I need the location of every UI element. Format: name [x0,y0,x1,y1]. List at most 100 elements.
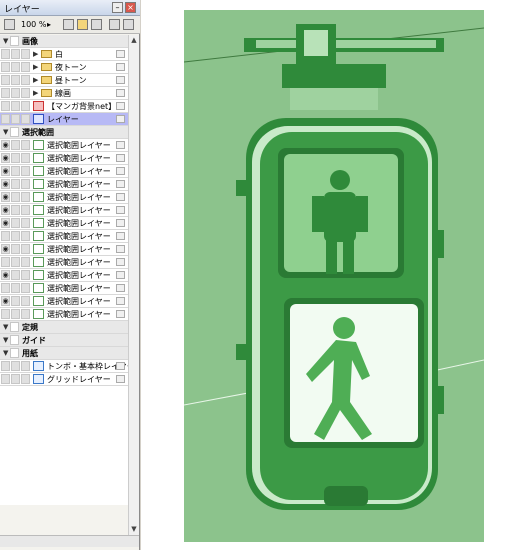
visibility-toggle-icon[interactable] [1,75,10,85]
lock-toggle[interactable] [11,114,20,124]
scroll-up-icon[interactable]: ▲ [129,35,139,46]
visibility-toggle-icon[interactable] [1,114,10,124]
layer-group-row[interactable]: ▼ 用紙 [0,347,128,360]
layer-option-icon[interactable] [116,310,125,318]
trash-icon[interactable] [91,19,102,30]
layer-option-icon[interactable] [116,271,125,279]
visibility-toggle-icon[interactable] [1,62,10,72]
expand-triangle-icon[interactable]: ▶ [33,77,38,84]
new-layer-icon[interactable] [63,19,74,30]
lock-toggle[interactable] [11,283,20,293]
lock-icon[interactable] [109,19,120,30]
layer-row[interactable]: 選択範囲レイヤー [0,230,128,243]
visibility-toggle-icon[interactable] [1,101,10,111]
visibility-toggle-icon[interactable] [1,374,10,384]
group-checkbox[interactable] [10,127,19,137]
layer-row[interactable]: 選択範囲レイヤー [0,282,128,295]
visibility-toggle-icon[interactable]: ◉ [1,179,10,189]
edit-mark[interactable] [21,205,30,215]
lock-toggle[interactable] [11,361,20,371]
layer-row[interactable]: ◉ 選択範囲レイヤー [0,191,128,204]
lock-toggle[interactable] [11,140,20,150]
collapse-triangle-icon[interactable]: ▼ [3,38,8,45]
edit-mark[interactable] [21,257,30,267]
lock-toggle[interactable] [11,166,20,176]
layer-group-row[interactable]: ▼ 選択範囲 [0,126,128,139]
group-checkbox[interactable] [10,322,19,332]
edit-mark[interactable] [21,270,30,280]
visibility-toggle-icon[interactable]: ◉ [1,270,10,280]
edit-mark[interactable] [21,179,30,189]
layer-settings-icon[interactable] [4,19,15,30]
new-folder-icon[interactable] [77,19,88,30]
layer-option-icon[interactable] [116,50,125,58]
layer-row[interactable]: 選択範囲レイヤー [0,256,128,269]
group-checkbox[interactable] [10,36,19,46]
lock-toggle[interactable] [11,75,20,85]
visibility-toggle-icon[interactable]: ◉ [1,296,10,306]
lock-toggle[interactable] [11,231,20,241]
expand-triangle-icon[interactable]: ▶ [33,64,38,71]
lock-toggle[interactable] [11,296,20,306]
lock-toggle[interactable] [11,179,20,189]
visibility-toggle-icon[interactable] [1,49,10,59]
lock-toggle[interactable] [11,101,20,111]
close-button[interactable]: × [125,2,136,13]
layer-option-icon[interactable] [116,232,125,240]
layer-group-row[interactable]: ▼ ガイド [0,334,128,347]
edit-mark[interactable] [21,309,30,319]
lock-toggle[interactable] [11,192,20,202]
layer-option-icon[interactable] [116,297,125,305]
edit-mark[interactable] [21,192,30,202]
layer-group-row[interactable]: ▼ 画像 [0,35,128,48]
layer-option-icon[interactable] [116,167,125,175]
layer-option-icon[interactable] [116,102,125,110]
collapse-triangle-icon[interactable]: ▼ [3,337,8,344]
expand-triangle-icon[interactable]: ▶ [33,90,38,97]
visibility-toggle-icon[interactable] [1,231,10,241]
layer-row[interactable]: グリッドレイヤー [0,373,128,386]
layer-option-icon[interactable] [116,245,125,253]
edit-mark[interactable] [21,244,30,254]
layer-row[interactable]: ▶ 白 [0,48,128,61]
visibility-toggle-icon[interactable]: ◉ [1,205,10,215]
collapse-triangle-icon[interactable]: ▼ [3,129,8,136]
edit-mark[interactable] [21,101,30,111]
edit-mark[interactable] [21,75,30,85]
layer-row[interactable]: レイヤー [0,113,128,126]
layer-row[interactable]: ◉ 選択範囲レイヤー [0,217,128,230]
canvas-area[interactable] [141,0,531,550]
edit-mark[interactable] [21,114,30,124]
lock-toggle[interactable] [11,218,20,228]
edit-mark[interactable] [21,153,30,163]
visibility-toggle-icon[interactable] [1,309,10,319]
visibility-toggle-icon[interactable]: ◉ [1,244,10,254]
visibility-toggle-icon[interactable]: ◉ [1,166,10,176]
visibility-toggle-icon[interactable] [1,283,10,293]
layer-row[interactable]: ◉ 選択範囲レイヤー [0,152,128,165]
lock-toggle[interactable] [11,153,20,163]
edit-mark[interactable] [21,62,30,72]
collapse-triangle-icon[interactable]: ▼ [3,324,8,331]
layer-option-icon[interactable] [116,63,125,71]
lock-toggle[interactable] [11,244,20,254]
layer-row[interactable]: トンボ・基本枠レイヤー [0,360,135,373]
layer-row[interactable]: ◉ 選択範囲レイヤー [0,139,128,152]
lock-toggle[interactable] [11,205,20,215]
lock-toggle[interactable] [11,270,20,280]
layer-row[interactable]: ▶ 昼トーン [0,74,128,87]
visibility-toggle-icon[interactable]: ◉ [1,218,10,228]
layer-option-icon[interactable] [116,154,125,162]
layer-option-icon[interactable] [116,362,125,370]
edit-mark[interactable] [21,140,30,150]
edit-mark[interactable] [21,166,30,176]
visibility-toggle-icon[interactable] [1,361,10,371]
zoom-arrow-icon[interactable]: ▸ [47,19,51,31]
lock-toggle[interactable] [11,257,20,267]
visibility-toggle-icon[interactable]: ◉ [1,140,10,150]
layer-option-icon[interactable] [116,193,125,201]
edit-mark[interactable] [21,49,30,59]
layer-row[interactable]: ▶ 線画 [0,87,128,100]
group-checkbox[interactable] [10,335,19,345]
scroll-down-icon[interactable]: ▼ [129,524,139,535]
